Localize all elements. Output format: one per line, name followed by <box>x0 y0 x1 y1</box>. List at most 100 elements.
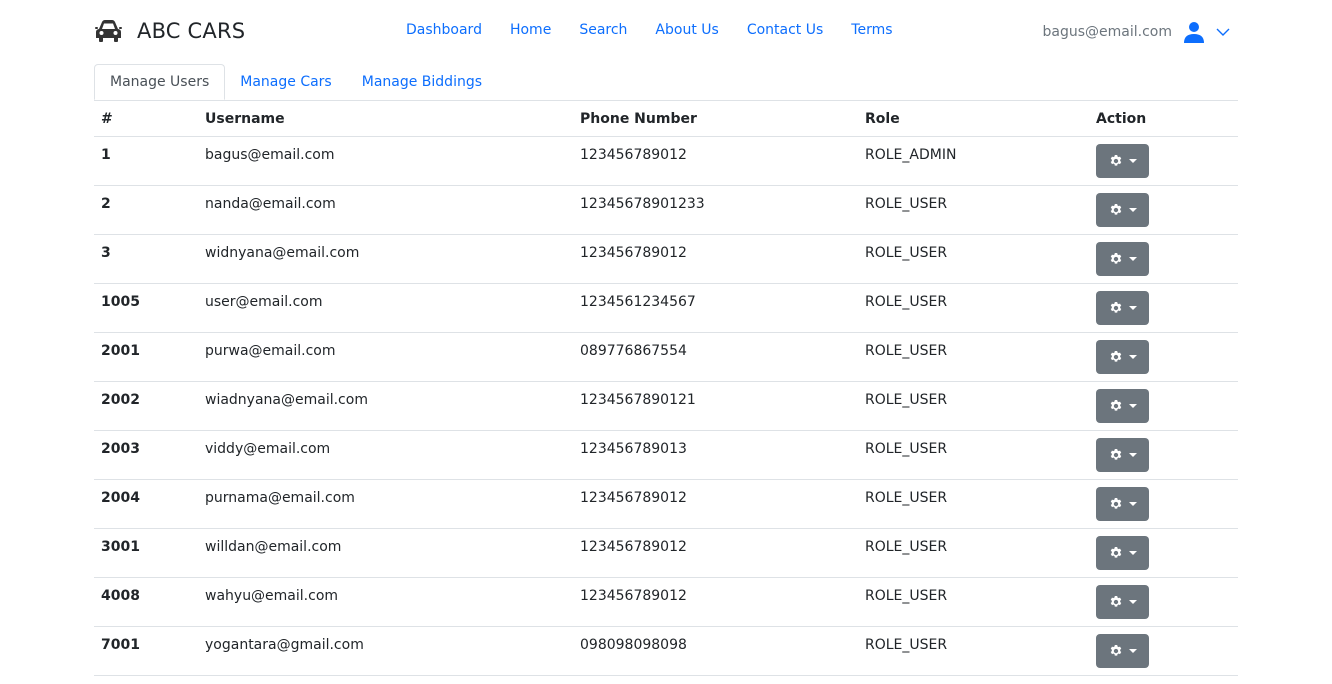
phone-number: 089776867554 <box>580 343 687 359</box>
nav-search[interactable]: Search <box>579 22 627 38</box>
caret-down-icon <box>1128 306 1137 310</box>
role-cell: ROLE_USER <box>858 626 1089 676</box>
action-dropdown-button[interactable] <box>1096 389 1149 423</box>
table-row: 2002 wiadnyana@email.com 1234567890121 ROLE… <box>94 381 1238 431</box>
role-cell: ROLE_USER <box>858 332 1089 382</box>
action-cell <box>1089 430 1238 480</box>
nav-terms[interactable]: Terms <box>851 22 892 38</box>
phone-number: 123456789012 <box>580 588 687 604</box>
username-cell: bagus@email.com <box>198 136 573 186</box>
role: ROLE_USER <box>865 490 948 506</box>
row-id-cell: 1005 <box>94 283 198 333</box>
gear-icon <box>1110 400 1121 411</box>
header-number: # <box>94 101 198 137</box>
table-row: 4008 wahyu@email.com 123456789012 ROLE_USER <box>94 577 1238 627</box>
brand-name: ABC CARS <box>137 19 246 43</box>
action-dropdown-button[interactable] <box>1096 144 1149 178</box>
action-dropdown-button[interactable] <box>1096 585 1149 619</box>
action-cell <box>1089 332 1238 382</box>
car-icon <box>95 20 122 42</box>
phone-number: 123456789012 <box>580 147 687 163</box>
table-row: 2 nanda@email.com 12345678901233 ROLE_USER <box>94 185 1238 235</box>
main-nav: Dashboard Home Search About Us Contact U… <box>406 22 921 38</box>
gear-icon <box>1110 645 1121 656</box>
action-dropdown-button[interactable] <box>1096 291 1149 325</box>
phone-number: 123456789012 <box>580 490 687 506</box>
role: ROLE_USER <box>865 343 948 359</box>
brand[interactable]: ABC CARS <box>94 17 245 45</box>
action-dropdown-button[interactable] <box>1096 487 1149 521</box>
action-cell <box>1089 479 1238 529</box>
action-cell <box>1089 577 1238 627</box>
caret-down-icon <box>1128 355 1137 359</box>
row-id-cell: 2002 <box>94 381 198 431</box>
header-phone-number: Phone Number <box>573 101 858 137</box>
header-role: Role <box>858 101 1089 137</box>
username: nanda@email.com <box>205 196 336 212</box>
action-dropdown-button[interactable] <box>1096 634 1149 668</box>
action-dropdown-button[interactable] <box>1096 536 1149 570</box>
phone-cell: 123456789012 <box>573 577 858 627</box>
tab-manage-biddings[interactable]: Manage Biddings <box>347 64 497 100</box>
header-username: Username <box>198 101 573 137</box>
username-cell: viddy@email.com <box>198 430 573 480</box>
table-row: 7001 yogantara@gmail.com 098098098098 ROLE_… <box>94 626 1238 676</box>
row-id-cell: 3001 <box>94 528 198 578</box>
gear-icon <box>1110 547 1121 558</box>
nav-about-us[interactable]: About Us <box>655 22 718 38</box>
gear-icon <box>1110 498 1121 509</box>
gear-icon <box>1110 351 1121 362</box>
username-cell: yogantara@gmail.com <box>198 626 573 676</box>
table-row: 1005 user@email.com 1234561234567 ROLE_USER <box>94 283 1238 333</box>
username: purnama@email.com <box>205 490 355 506</box>
chevron-down-icon <box>1216 28 1230 36</box>
phone-number: 12345678901233 <box>580 196 705 212</box>
tab-manage-users[interactable]: Manage Users <box>94 64 226 100</box>
action-dropdown-button[interactable] <box>1096 242 1149 276</box>
username: widnyana@email.com <box>205 245 360 261</box>
username: willdan@email.com <box>205 539 342 555</box>
row-id: 4008 <box>101 588 140 604</box>
username: purwa@email.com <box>205 343 336 359</box>
nav-contact-us[interactable]: Contact Us <box>747 22 823 38</box>
table-header-row: # Username Phone Number Role Action <box>94 101 1238 137</box>
users-table: # Username Phone Number Role Action 1 bag… <box>94 101 1238 676</box>
table-row: 2001 purwa@email.com 089776867554 ROLE_USER <box>94 332 1238 382</box>
caret-down-icon <box>1128 453 1137 457</box>
phone-cell: 123456789013 <box>573 430 858 480</box>
phone-cell: 089776867554 <box>573 332 858 382</box>
action-dropdown-button[interactable] <box>1096 340 1149 374</box>
phone-cell: 123456789012 <box>573 136 858 186</box>
row-id: 7001 <box>101 637 140 653</box>
role-cell: ROLE_USER <box>858 577 1089 627</box>
username-cell: user@email.com <box>198 283 573 333</box>
phone-cell: 123456789012 <box>573 479 858 529</box>
row-id-cell: 2 <box>94 185 198 235</box>
phone-cell: 12345678901233 <box>573 185 858 235</box>
row-id-cell: 1 <box>94 136 198 186</box>
tab-manage-cars[interactable]: Manage Cars <box>225 64 346 100</box>
action-cell <box>1089 283 1238 333</box>
nav-home[interactable]: Home <box>510 22 551 38</box>
table-row: 3001 willdan@email.com 123456789012 ROLE_US… <box>94 528 1238 578</box>
action-dropdown-button[interactable] <box>1096 438 1149 472</box>
row-id: 3001 <box>101 539 140 555</box>
phone-number: 098098098098 <box>580 637 687 653</box>
user-menu[interactable]: bagus@email.com <box>1043 20 1230 44</box>
action-cell <box>1089 381 1238 431</box>
role-cell: ROLE_USER <box>858 381 1089 431</box>
row-id-cell: 3 <box>94 234 198 284</box>
phone-cell: 098098098098 <box>573 626 858 676</box>
action-dropdown-button[interactable] <box>1096 193 1149 227</box>
action-cell <box>1089 234 1238 284</box>
gear-icon <box>1110 204 1121 215</box>
role-cell: ROLE_ADMIN <box>858 136 1089 186</box>
user-email: bagus@email.com <box>1042 24 1172 40</box>
role-cell: ROLE_USER <box>858 430 1089 480</box>
username: bagus@email.com <box>205 147 335 163</box>
table-row: 2003 viddy@email.com 123456789013 ROLE_USER <box>94 430 1238 480</box>
role: ROLE_USER <box>865 637 948 653</box>
username-cell: nanda@email.com <box>198 185 573 235</box>
nav-dashboard[interactable]: Dashboard <box>406 22 482 38</box>
row-id: 2002 <box>101 392 140 408</box>
